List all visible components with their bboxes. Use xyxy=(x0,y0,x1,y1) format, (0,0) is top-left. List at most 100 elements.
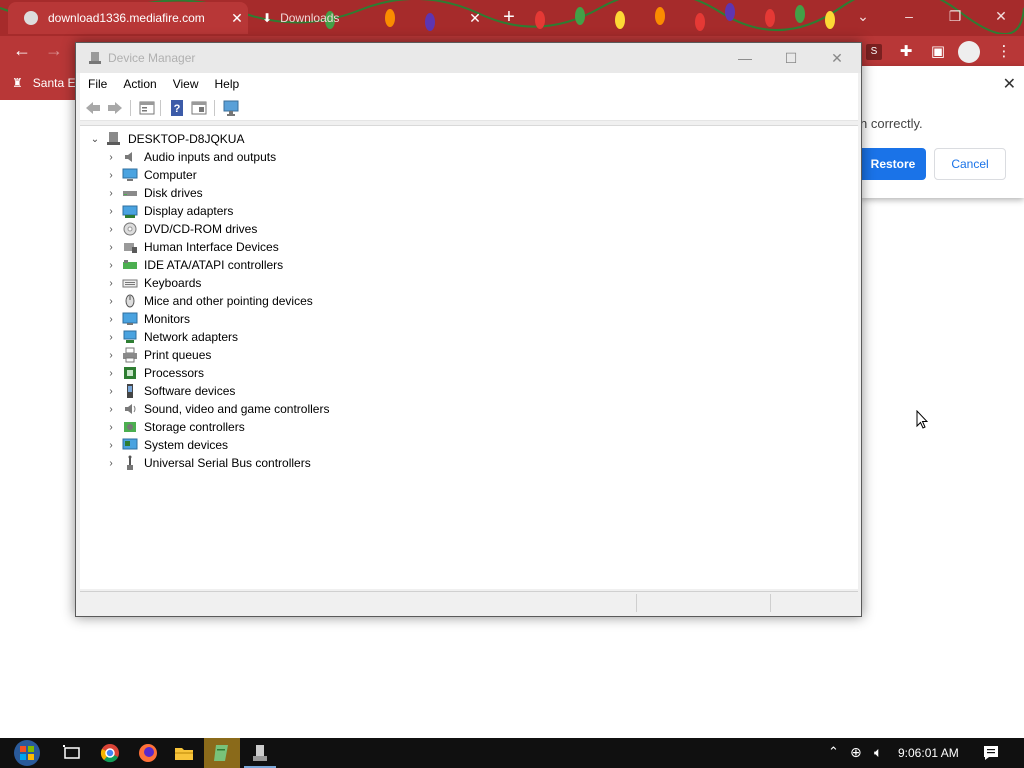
cancel-button[interactable]: Cancel xyxy=(934,148,1006,180)
tree-node[interactable]: › Human Interface Devices xyxy=(104,238,278,256)
tab-search-button[interactable]: ⌄ xyxy=(840,0,886,32)
title-bar[interactable]: Device Manager — ☐ ✕ xyxy=(76,43,861,73)
chevron-right-icon[interactable]: › xyxy=(104,242,118,253)
tree-node[interactable]: › Software devices xyxy=(104,382,235,400)
chevron-right-icon[interactable]: › xyxy=(104,368,118,379)
taskbar: ⌃ ⊕ 🔈︎ 9:06:01 AM xyxy=(0,738,1024,768)
reading-list-icon[interactable]: ▣ xyxy=(928,42,948,62)
menu-kebab-icon[interactable]: ⋮ xyxy=(994,42,1014,62)
chevron-right-icon[interactable]: › xyxy=(104,260,118,271)
tree-root[interactable]: ⌄ DESKTOP-D8JQKUA xyxy=(88,130,244,148)
restore-button[interactable]: Restore xyxy=(860,148,926,180)
puzzle-extensions-icon[interactable]: ✚ xyxy=(896,42,916,62)
close-icon[interactable]: ✕ xyxy=(1003,74,1016,94)
tree-node-label: Processors xyxy=(144,366,205,380)
svg-text:?: ? xyxy=(174,103,181,115)
bookmark-label: Santa E xyxy=(32,76,76,90)
tree-node[interactable]: › Monitors xyxy=(104,310,190,328)
maximize-button[interactable]: ☐ xyxy=(768,43,814,73)
minimize-button[interactable]: — xyxy=(722,43,768,73)
tree-node[interactable]: › Processors xyxy=(104,364,204,382)
tree-node-label: Print queues xyxy=(144,348,212,362)
chevron-right-icon[interactable]: › xyxy=(104,350,118,361)
monitor-icon xyxy=(122,312,138,325)
chevron-right-icon[interactable]: › xyxy=(104,278,118,289)
speaker-icon[interactable]: 🔈︎ xyxy=(874,744,882,761)
extension-s-icon[interactable]: S xyxy=(866,44,882,60)
active-app-highlight[interactable] xyxy=(204,738,240,768)
chevron-up-icon[interactable]: ⌃ xyxy=(828,744,839,760)
view-details-icon[interactable] xyxy=(190,99,208,117)
tree-node[interactable]: › Sound, video and game controllers xyxy=(104,400,329,418)
chevron-right-icon[interactable]: › xyxy=(104,152,118,163)
chevron-right-icon[interactable]: › xyxy=(104,206,118,217)
globe-network-icon[interactable]: ⊕ xyxy=(850,744,862,761)
chevron-right-icon[interactable]: › xyxy=(104,188,118,199)
new-tab-button[interactable]: + xyxy=(498,6,520,29)
forward-arrow-icon[interactable]: → xyxy=(42,40,66,61)
back-arrow-icon[interactable] xyxy=(84,99,102,117)
back-arrow-icon[interactable]: ← xyxy=(10,40,34,61)
avatar[interactable] xyxy=(958,41,980,63)
tree-node[interactable]: › Computer xyxy=(104,166,196,184)
chrome-icon[interactable] xyxy=(98,741,122,765)
tree-node[interactable]: › DVD/CD-ROM drives xyxy=(104,220,257,238)
computer-icon xyxy=(107,132,120,145)
network-adapter-icon xyxy=(123,330,137,343)
chevron-right-icon[interactable]: › xyxy=(104,224,118,235)
tree-node[interactable]: › Disk drives xyxy=(104,184,202,202)
tree-node-label: System devices xyxy=(144,438,229,452)
close-tab-icon[interactable]: ✕ xyxy=(464,10,486,27)
chevron-right-icon[interactable]: › xyxy=(104,458,118,469)
restore-message: n correctly. xyxy=(860,116,923,131)
tree-node[interactable]: › System devices xyxy=(104,436,228,454)
tab-mediafire[interactable]: download1336.mediafire.com ✕ xyxy=(8,2,248,34)
tree-node[interactable]: › Display adapters xyxy=(104,202,233,220)
menu-file[interactable]: File xyxy=(80,77,115,91)
file-explorer-icon[interactable] xyxy=(172,741,196,765)
disk-drive-icon xyxy=(123,191,137,196)
chevron-down-icon[interactable]: ⌄ xyxy=(88,134,102,145)
close-browser-button[interactable]: ✕ xyxy=(978,0,1024,32)
chevron-right-icon[interactable]: › xyxy=(104,170,118,181)
menu-help[interactable]: Help xyxy=(207,77,248,91)
tree-node[interactable]: › IDE ATA/ATAPI controllers xyxy=(104,256,283,274)
chevron-right-icon[interactable]: › xyxy=(104,296,118,307)
tree-node[interactable]: › Keyboards xyxy=(104,274,201,292)
chevron-right-icon[interactable]: › xyxy=(104,404,118,415)
firefox-icon[interactable] xyxy=(136,741,160,765)
chevron-right-icon[interactable]: › xyxy=(104,422,118,433)
system-device-icon xyxy=(122,438,138,450)
device-manager-taskbar-item[interactable] xyxy=(244,738,276,768)
properties-icon[interactable] xyxy=(138,99,156,117)
bookmark-item[interactable]: ♜ Santa E xyxy=(12,76,75,90)
scan-hardware-icon[interactable] xyxy=(222,99,240,117)
clock[interactable]: 9:06:01 AM xyxy=(898,746,959,760)
santa-icon: ♜ xyxy=(12,76,23,90)
tree-node[interactable]: › Universal Serial Bus controllers xyxy=(104,454,311,472)
menu-view[interactable]: View xyxy=(165,77,207,91)
close-button[interactable]: ✕ xyxy=(814,43,860,73)
download-icon: ⬇ xyxy=(262,11,273,25)
action-center-icon[interactable] xyxy=(982,744,1000,762)
minimize-browser-button[interactable]: – xyxy=(886,0,932,32)
tab-downloads[interactable]: ⬇ Downloads ✕ xyxy=(256,2,486,34)
chevron-right-icon[interactable]: › xyxy=(104,440,118,451)
task-view-icon[interactable] xyxy=(60,741,84,765)
tree-node[interactable]: › Print queues xyxy=(104,346,211,364)
close-tab-icon[interactable]: ✕ xyxy=(226,10,248,27)
chevron-right-icon[interactable]: › xyxy=(104,314,118,325)
menu-action[interactable]: Action xyxy=(115,77,164,91)
forward-arrow-icon[interactable] xyxy=(106,99,124,117)
start-button-icon[interactable] xyxy=(10,738,44,768)
restore-browser-button[interactable]: ❐ xyxy=(932,0,978,32)
device-manager-icon xyxy=(89,52,101,64)
tree-node[interactable]: › Network adapters xyxy=(104,328,238,346)
chevron-right-icon[interactable]: › xyxy=(104,332,118,343)
tab-title: Downloads xyxy=(280,11,340,25)
tree-node[interactable]: › Mice and other pointing devices xyxy=(104,292,312,310)
tree-node[interactable]: › Storage controllers xyxy=(104,418,244,436)
chevron-right-icon[interactable]: › xyxy=(104,386,118,397)
help-icon[interactable]: ? xyxy=(168,99,186,117)
tree-node[interactable]: › Audio inputs and outputs xyxy=(104,148,276,166)
